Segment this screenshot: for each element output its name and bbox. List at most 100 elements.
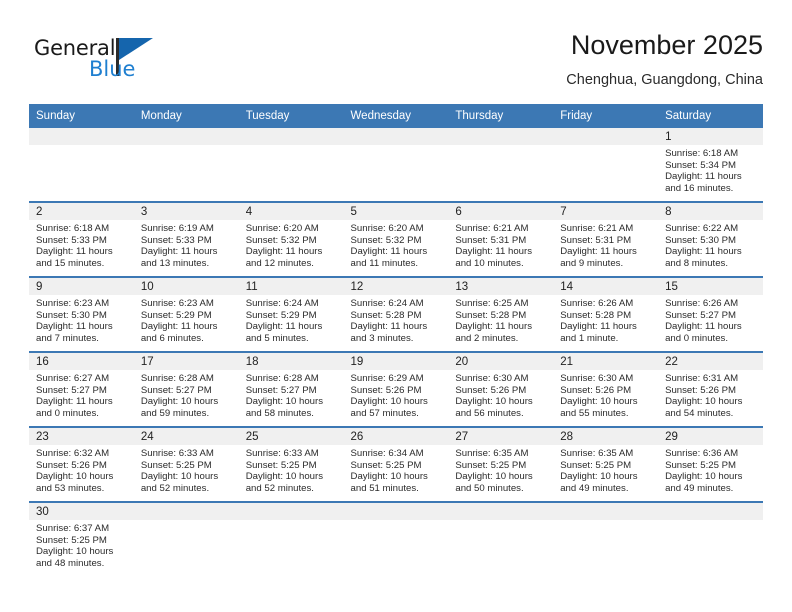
day-details: Sunrise: 6:35 AM Sunset: 5:25 PM Daylight:…	[448, 445, 553, 495]
daylight-text-line1: Daylight: 11 hours	[665, 321, 742, 333]
weekday-header-wednesday: Wednesday	[343, 104, 449, 128]
daylight-text-line2: and 52 minutes.	[140, 483, 210, 495]
sunset-text: Sunset: 5:25 PM	[665, 459, 736, 471]
daylight-text-line2: and 16 minutes.	[665, 183, 734, 195]
day-details: Sunrise: 6:26 AM Sunset: 5:27 PM Daylight:…	[658, 295, 763, 345]
calendar-day-cell[interactable]: 10 Sunrise: 6:23 AM Sunset: 5:29 PM Dayligh…	[133, 276, 239, 352]
sunset-text: Sunset: 5:32 PM	[245, 234, 317, 246]
daylight-text-line1: Daylight: 10 hours	[665, 471, 743, 483]
calendar-day-cell[interactable]: 5 Sunrise: 6:20 AM Sunset: 5:32 PM Daylight…	[343, 201, 449, 277]
calendar-day-cell[interactable]: 8 Sunrise: 6:22 AM Sunset: 5:30 PM Daylight…	[658, 201, 763, 277]
daylight-text-line1: Daylight: 10 hours	[140, 471, 219, 483]
sunrise-text: Sunrise: 6:18 AM	[36, 223, 110, 234]
weekday-header-friday: Friday	[553, 104, 659, 128]
calendar-day-cell-empty	[343, 128, 449, 202]
calendar-day-cell[interactable]: 28 Sunrise: 6:35 AM Sunset: 5:25 PM Dayligh…	[553, 426, 659, 502]
calendar-day-cell[interactable]: 7 Sunrise: 6:21 AM Sunset: 5:31 PM Daylight…	[553, 201, 659, 277]
day-number: 10	[133, 278, 239, 295]
calendar-day-cell[interactable]: 26 Sunrise: 6:34 AM Sunset: 5:25 PM Dayligh…	[343, 426, 449, 502]
sunrise-text: Sunrise: 6:35 AM	[455, 448, 529, 459]
calendar-day-cell[interactable]: 21 Sunrise: 6:30 AM Sunset: 5:26 PM Dayligh…	[553, 351, 659, 427]
sunset-text: Sunset: 5:29 PM	[140, 309, 212, 321]
sunrise-text: Sunrise: 6:30 AM	[560, 373, 634, 384]
daylight-text-line2: and 3 minutes.	[350, 333, 414, 345]
daylight-text-line1: Daylight: 10 hours	[560, 471, 638, 483]
day-cell-inner: 30 Sunrise: 6:37 AM Sunset: 5:25 PM Dayligh…	[29, 503, 134, 576]
calendar-day-cell[interactable]: 24 Sunrise: 6:33 AM Sunset: 5:25 PM Dayligh…	[133, 426, 239, 502]
sunrise-text: Sunrise: 6:21 AM	[455, 223, 529, 234]
calendar-day-cell[interactable]: 17 Sunrise: 6:28 AM Sunset: 5:27 PM Dayligh…	[133, 351, 239, 427]
calendar-day-cell[interactable]: 25 Sunrise: 6:33 AM Sunset: 5:25 PM Dayligh…	[238, 426, 344, 502]
calendar-day-cell[interactable]: 12 Sunrise: 6:24 AM Sunset: 5:28 PM Dayligh…	[343, 276, 449, 352]
calendar-day-cell[interactable]: 22 Sunrise: 6:31 AM Sunset: 5:26 PM Dayligh…	[658, 351, 763, 427]
day-number: 19	[343, 353, 449, 370]
daylight-text-line1: Daylight: 10 hours	[245, 396, 324, 408]
sunrise-text: Sunrise: 6:19 AM	[140, 223, 214, 234]
day-details: Sunrise: 6:31 AM Sunset: 5:26 PM Daylight:…	[658, 370, 763, 420]
page-title: November 2025	[570, 30, 763, 60]
daylight-text-line2: and 53 minutes.	[36, 483, 105, 495]
sunset-text: Sunset: 5:31 PM	[560, 234, 632, 246]
calendar-day-cell[interactable]: 16 Sunrise: 6:27 AM Sunset: 5:27 PM Dayligh…	[29, 351, 134, 427]
sunrise-text: Sunrise: 6:32 AM	[36, 448, 110, 459]
day-number: 9	[29, 278, 134, 295]
daylight-text-line1: Daylight: 10 hours	[245, 471, 324, 483]
daylight-text-line1: Daylight: 10 hours	[455, 396, 533, 408]
day-number	[448, 128, 554, 145]
sunset-text: Sunset: 5:25 PM	[245, 459, 317, 471]
day-cell-inner: 1 Sunrise: 6:18 AM Sunset: 5:34 PM Daylight…	[658, 128, 763, 201]
calendar-day-cell[interactable]: 23 Sunrise: 6:32 AM Sunset: 5:26 PM Dayligh…	[29, 426, 134, 502]
day-cell-inner: 13 Sunrise: 6:25 AM Sunset: 5:28 PM Dayligh…	[448, 278, 554, 351]
calendar-day-cell[interactable]: 9 Sunrise: 6:23 AM Sunset: 5:30 PM Daylight…	[29, 276, 134, 352]
day-cell-inner	[29, 128, 134, 201]
calendar-day-cell[interactable]: 19 Sunrise: 6:29 AM Sunset: 5:26 PM Dayligh…	[343, 351, 449, 427]
daylight-text-line1: Daylight: 10 hours	[350, 471, 428, 483]
day-details: Sunrise: 6:24 AM Sunset: 5:29 PM Daylight:…	[239, 295, 344, 345]
day-details: Sunrise: 6:30 AM Sunset: 5:26 PM Daylight:…	[553, 370, 658, 420]
day-cell-inner: 5 Sunrise: 6:20 AM Sunset: 5:32 PM Daylight…	[343, 203, 449, 276]
calendar-day-cell[interactable]: 11 Sunrise: 6:24 AM Sunset: 5:29 PM Dayligh…	[238, 276, 344, 352]
day-number: 4	[238, 203, 344, 220]
sunset-text: Sunset: 5:25 PM	[350, 459, 422, 471]
calendar-day-cell[interactable]: 3 Sunrise: 6:19 AM Sunset: 5:33 PM Daylight…	[133, 201, 239, 277]
daylight-text-line1: Daylight: 11 hours	[665, 171, 742, 183]
calendar-day-cell[interactable]: 30 Sunrise: 6:37 AM Sunset: 5:25 PM Dayligh…	[29, 501, 134, 576]
calendar-week-row: 16 Sunrise: 6:27 AM Sunset: 5:27 PM Dayligh…	[29, 351, 763, 427]
day-number: 11	[238, 278, 344, 295]
day-details: Sunrise: 6:20 AM Sunset: 5:32 PM Daylight:…	[239, 220, 344, 270]
day-cell-inner: 21 Sunrise: 6:30 AM Sunset: 5:26 PM Dayligh…	[553, 353, 659, 426]
calendar-day-cell[interactable]: 20 Sunrise: 6:30 AM Sunset: 5:26 PM Dayligh…	[448, 351, 554, 427]
calendar-day-cell[interactable]: 2 Sunrise: 6:18 AM Sunset: 5:33 PM Daylight…	[29, 201, 134, 277]
day-number	[553, 503, 659, 520]
day-details: Sunrise: 6:18 AM Sunset: 5:34 PM Daylight:…	[658, 145, 763, 195]
calendar-day-cell[interactable]: 14 Sunrise: 6:26 AM Sunset: 5:28 PM Dayligh…	[553, 276, 659, 352]
general-blue-logo[interactable]: General Blue	[34, 36, 214, 92]
day-cell-inner: 19 Sunrise: 6:29 AM Sunset: 5:26 PM Dayligh…	[343, 353, 449, 426]
day-number: 15	[658, 278, 763, 295]
daylight-text-line1: Daylight: 10 hours	[455, 471, 533, 483]
calendar-day-cell[interactable]: 4 Sunrise: 6:20 AM Sunset: 5:32 PM Daylight…	[238, 201, 344, 277]
calendar-day-cell[interactable]: 1 Sunrise: 6:18 AM Sunset: 5:34 PM Daylight…	[658, 128, 763, 202]
day-details: Sunrise: 6:32 AM Sunset: 5:26 PM Daylight:…	[29, 445, 134, 495]
day-cell-inner: 20 Sunrise: 6:30 AM Sunset: 5:26 PM Dayligh…	[448, 353, 554, 426]
day-number: 2	[29, 203, 134, 220]
day-details: Sunrise: 6:33 AM Sunset: 5:25 PM Daylight:…	[134, 445, 239, 495]
calendar-day-cell[interactable]: 27 Sunrise: 6:35 AM Sunset: 5:25 PM Dayligh…	[448, 426, 554, 502]
calendar-day-cell[interactable]: 29 Sunrise: 6:36 AM Sunset: 5:25 PM Dayligh…	[658, 426, 763, 502]
day-cell-inner	[238, 503, 344, 576]
day-details: Sunrise: 6:25 AM Sunset: 5:28 PM Daylight:…	[448, 295, 553, 345]
calendar-day-cell[interactable]: 6 Sunrise: 6:21 AM Sunset: 5:31 PM Daylight…	[448, 201, 554, 277]
calendar-day-cell[interactable]: 15 Sunrise: 6:26 AM Sunset: 5:27 PM Dayligh…	[658, 276, 763, 352]
calendar-day-cell[interactable]: 18 Sunrise: 6:28 AM Sunset: 5:27 PM Dayligh…	[238, 351, 344, 427]
calendar-day-cell-empty	[29, 128, 134, 202]
daylight-text-line2: and 56 minutes.	[455, 408, 524, 420]
calendar-day-cell[interactable]: 13 Sunrise: 6:25 AM Sunset: 5:28 PM Dayligh…	[448, 276, 554, 352]
day-cell-inner	[448, 128, 554, 201]
day-cell-inner: 25 Sunrise: 6:33 AM Sunset: 5:25 PM Dayligh…	[238, 428, 344, 501]
title-block: November 2025 Chenghua, Guangdong, China	[566, 28, 763, 91]
weekday-header-saturday: Saturday	[658, 104, 763, 128]
daylight-text-line2: and 7 minutes.	[36, 333, 99, 345]
daylight-text-line1: Daylight: 11 hours	[455, 246, 532, 258]
weekday-header-thursday: Thursday	[448, 104, 554, 128]
day-number	[658, 503, 763, 520]
